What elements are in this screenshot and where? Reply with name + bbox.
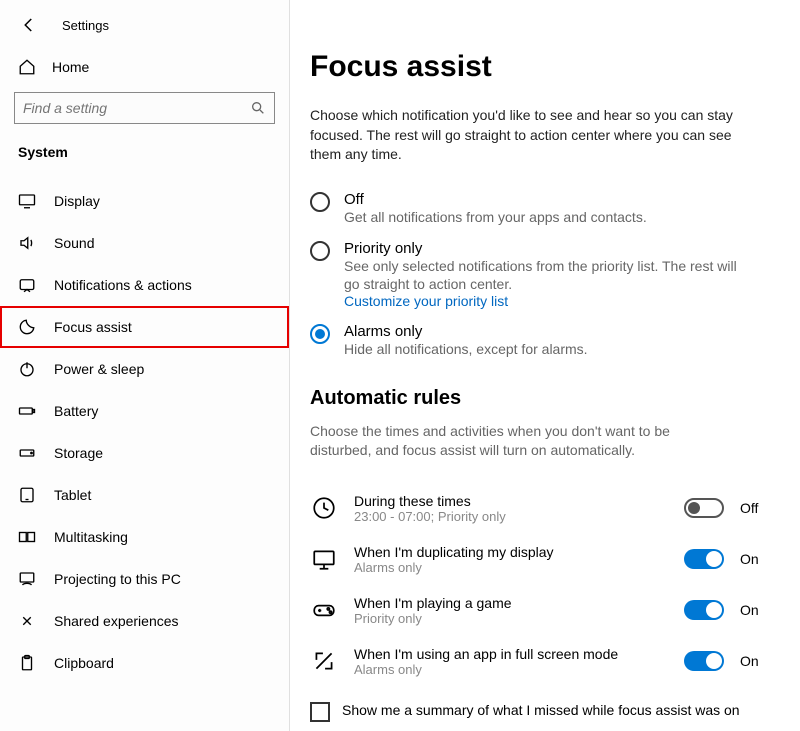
home-link[interactable]: Home [0, 48, 289, 92]
sidebar-item-label: Focus assist [54, 319, 132, 335]
focus-assist-icon [18, 318, 36, 336]
home-icon [18, 58, 36, 76]
rule-sub: 23:00 - 07:00; Priority only [354, 509, 668, 524]
radio-label: Off [344, 191, 647, 208]
toggle-label: On [740, 602, 770, 618]
sidebar-item-projecting[interactable]: Projecting to this PC [0, 558, 289, 600]
content-pane: Focus assist Choose which notification y… [290, 0, 800, 731]
sidebar-item-label: Shared experiences [54, 613, 179, 629]
radio-sub: See only selected notifications from the… [344, 257, 744, 293]
clipboard-icon [18, 654, 36, 672]
customize-priority-link[interactable]: Customize your priority list [344, 293, 744, 309]
rule-sub: Alarms only [354, 560, 668, 575]
sidebar-item-multitasking[interactable]: Multitasking [0, 516, 289, 558]
search-field[interactable] [23, 100, 250, 116]
section-label: System [0, 138, 289, 180]
battery-icon [18, 402, 36, 420]
window-title: Settings [62, 18, 109, 33]
toggle[interactable] [684, 498, 724, 518]
sidebar: Settings Home System Display S [0, 0, 290, 731]
checkbox-icon [310, 702, 330, 722]
rule-sub: Alarms only [354, 662, 668, 677]
sidebar-item-label: Multitasking [54, 529, 128, 545]
sidebar-item-display[interactable]: Display [0, 180, 289, 222]
toggle[interactable] [684, 651, 724, 671]
toggle-label: On [740, 551, 770, 567]
toggle[interactable] [684, 600, 724, 620]
multitasking-icon [18, 528, 36, 546]
search-icon [250, 100, 266, 116]
sidebar-item-label: Sound [54, 235, 94, 251]
sidebar-item-label: Storage [54, 445, 103, 461]
tablet-icon [18, 486, 36, 504]
sidebar-item-shared[interactable]: Shared experiences [0, 600, 289, 642]
sidebar-item-power[interactable]: Power & sleep [0, 348, 289, 390]
display-icon [18, 192, 36, 210]
radio-sub: Get all notifications from your apps and… [344, 208, 647, 226]
radio-sub: Hide all notifications, except for alarm… [344, 340, 588, 358]
sidebar-item-label: Battery [54, 403, 98, 419]
rules-desc: Choose the times and activities when you… [310, 422, 730, 461]
page-intro: Choose which notification you'd like to … [310, 106, 750, 165]
sidebar-item-sound[interactable]: Sound [0, 222, 289, 264]
rule-title: When I'm playing a game [354, 595, 668, 611]
radio-icon [310, 192, 330, 212]
toggle-label: Off [740, 500, 770, 516]
fullscreen-icon [310, 647, 338, 675]
clock-icon [310, 494, 338, 522]
sidebar-item-focus-assist[interactable]: Focus assist [0, 306, 289, 348]
summary-checkbox-row[interactable]: Show me a summary of what I missed while… [310, 701, 750, 722]
rule-times[interactable]: During these times 23:00 - 07:00; Priori… [310, 483, 770, 534]
rule-title: During these times [354, 493, 668, 509]
rule-title: When I'm duplicating my display [354, 544, 668, 560]
rule-fullscreen[interactable]: When I'm using an app in full screen mod… [310, 636, 770, 687]
radio-off[interactable]: Off Get all notifications from your apps… [310, 191, 770, 226]
sidebar-item-label: Projecting to this PC [54, 571, 181, 587]
radio-icon [310, 324, 330, 344]
home-label: Home [52, 59, 89, 75]
sidebar-item-label: Notifications & actions [54, 277, 192, 293]
page-title: Focus assist [310, 50, 770, 84]
rule-title: When I'm using an app in full screen mod… [354, 646, 668, 662]
power-icon [18, 360, 36, 378]
sidebar-item-storage[interactable]: Storage [0, 432, 289, 474]
sound-icon [18, 234, 36, 252]
sidebar-item-notifications[interactable]: Notifications & actions [0, 264, 289, 306]
sidebar-item-label: Power & sleep [54, 361, 144, 377]
sidebar-item-label: Display [54, 193, 100, 209]
rules-heading: Automatic rules [310, 387, 770, 410]
radio-icon [310, 241, 330, 261]
back-icon[interactable] [20, 16, 38, 34]
toggle-label: On [740, 653, 770, 669]
rule-playing-game[interactable]: When I'm playing a game Priority only On [310, 585, 770, 636]
radio-priority[interactable]: Priority only See only selected notifica… [310, 240, 770, 309]
notifications-icon [18, 276, 36, 294]
storage-icon [18, 444, 36, 462]
search-input[interactable] [14, 92, 275, 124]
shared-icon [18, 612, 36, 630]
monitor-icon [310, 545, 338, 573]
sidebar-item-clipboard[interactable]: Clipboard [0, 642, 289, 684]
projecting-icon [18, 570, 36, 588]
radio-label: Priority only [344, 240, 744, 257]
toggle[interactable] [684, 549, 724, 569]
sidebar-item-label: Clipboard [54, 655, 114, 671]
radio-label: Alarms only [344, 323, 588, 340]
rule-duplicate-display[interactable]: When I'm duplicating my display Alarms o… [310, 534, 770, 585]
sidebar-item-tablet[interactable]: Tablet [0, 474, 289, 516]
sidebar-item-label: Tablet [54, 487, 91, 503]
radio-alarms[interactable]: Alarms only Hide all notifications, exce… [310, 323, 770, 358]
summary-checkbox-label: Show me a summary of what I missed while… [342, 701, 740, 719]
sidebar-item-battery[interactable]: Battery [0, 390, 289, 432]
gamepad-icon [310, 596, 338, 624]
rule-sub: Priority only [354, 611, 668, 626]
